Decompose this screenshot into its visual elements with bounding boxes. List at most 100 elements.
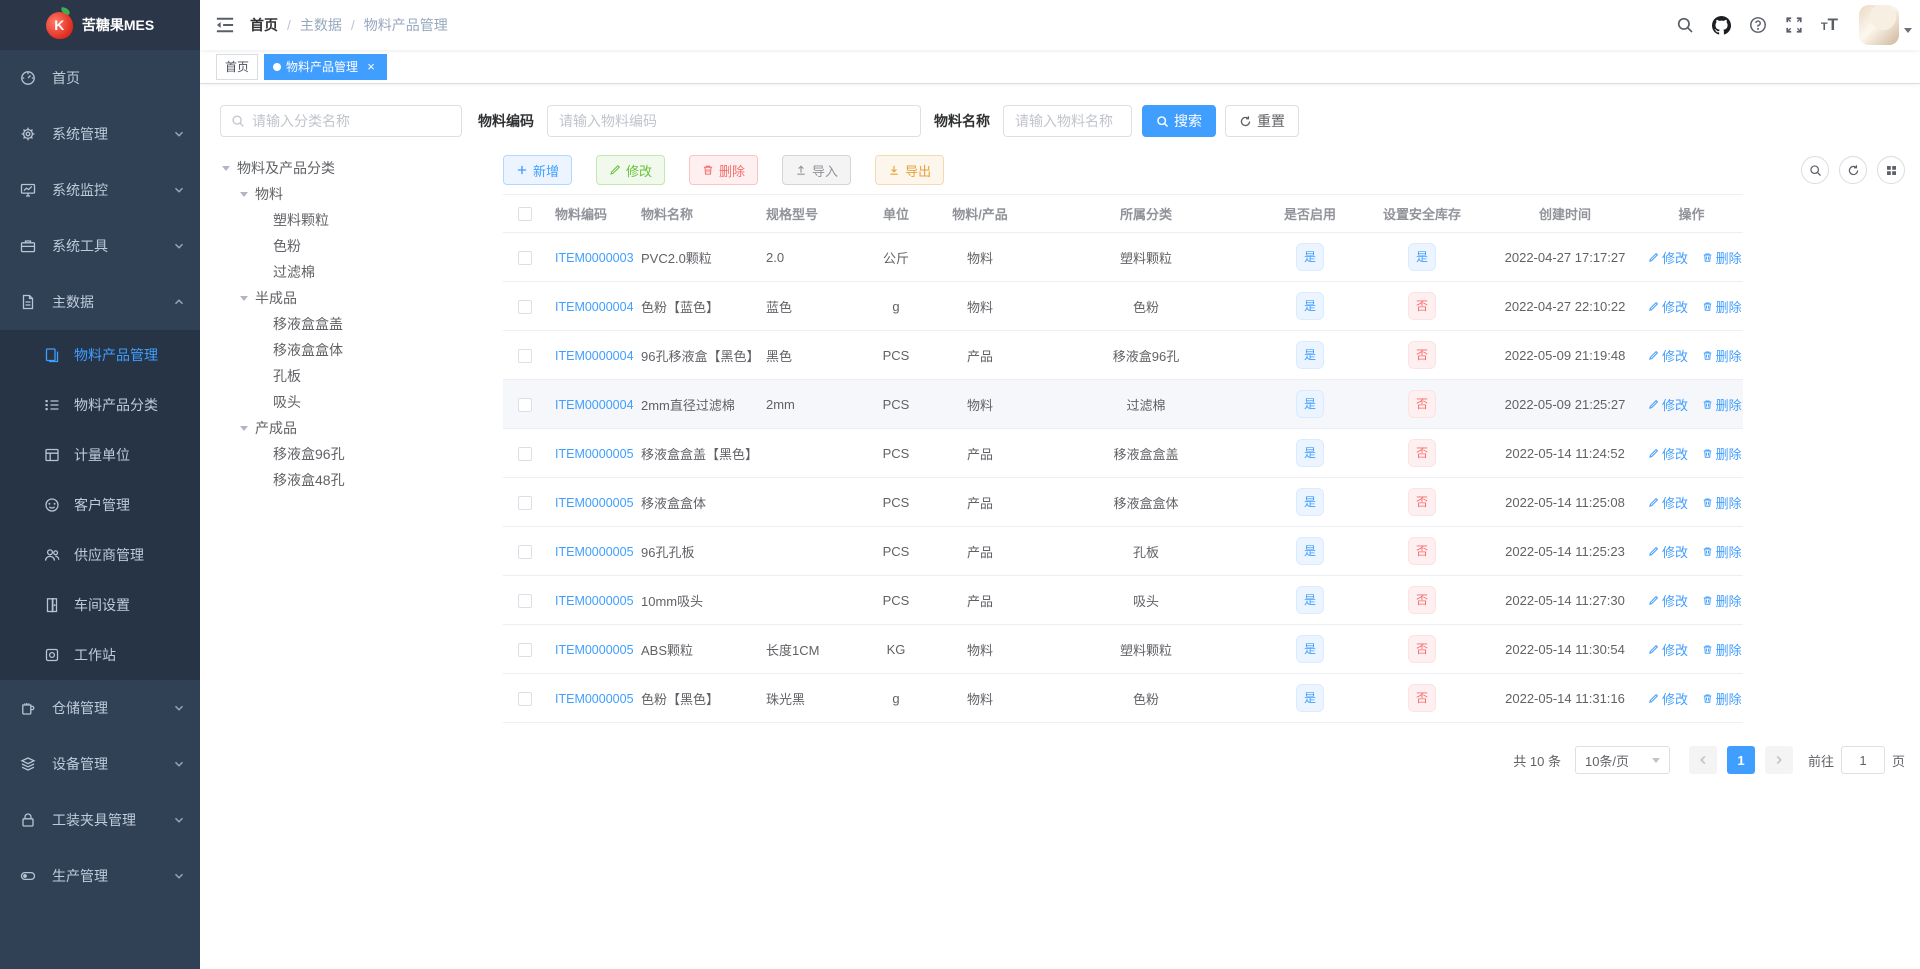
breadcrumb-home[interactable]: 首页 — [250, 15, 278, 35]
tree-node[interactable]: 移液盒96孔 — [220, 441, 462, 467]
tree-node[interactable]: 移液盒48孔 — [220, 467, 462, 493]
tree-node[interactable]: 物料 — [220, 181, 462, 207]
row-edit-link[interactable]: 修改 — [1648, 689, 1688, 708]
font-size-icon[interactable] — [1812, 17, 1847, 32]
row-checkbox[interactable] — [518, 348, 532, 363]
row-checkbox[interactable] — [518, 299, 532, 314]
tree-node[interactable]: 过滤棉 — [220, 259, 462, 285]
row-edit-link[interactable]: 修改 — [1648, 297, 1688, 316]
row-checkbox[interactable] — [518, 691, 532, 706]
search-button[interactable]: 搜索 — [1142, 105, 1216, 137]
tree-node[interactable]: 产成品 — [220, 415, 462, 441]
sidebar-item-material-product-category[interactable]: 物料产品分类 — [0, 380, 200, 430]
row-checkbox[interactable] — [518, 495, 532, 510]
row-checkbox[interactable] — [518, 642, 532, 657]
sidebar-item-tooling-fixture-management[interactable]: 工装夹具管理 — [0, 792, 200, 848]
row-delete-link[interactable]: 删除 — [1702, 297, 1742, 316]
row-edit-link[interactable]: 修改 — [1648, 346, 1688, 365]
row-checkbox[interactable] — [518, 446, 532, 461]
material-code-link[interactable]: ITEM00000056 — [555, 692, 633, 706]
row-delete-link[interactable]: 删除 — [1702, 493, 1742, 512]
material-code-link[interactable]: ITEM00000055 — [555, 643, 633, 657]
tab-home[interactable]: 首页 — [216, 53, 259, 80]
row-delete-link[interactable]: 删除 — [1702, 591, 1742, 610]
material-code-link[interactable]: ITEM00000052 — [555, 496, 633, 510]
select-all-checkbox[interactable] — [518, 207, 532, 222]
help-icon[interactable] — [1740, 0, 1776, 50]
sidebar-item-system-monitor[interactable]: 系统监控 — [0, 162, 200, 218]
row-delete-link[interactable]: 删除 — [1702, 395, 1742, 414]
export-button[interactable]: 导出 — [875, 155, 945, 185]
material-code-link[interactable]: ITEM00000051 — [555, 447, 633, 461]
row-delete-link[interactable]: 删除 — [1702, 640, 1742, 659]
sidebar-item-customer-management[interactable]: 客户管理 — [0, 480, 200, 530]
tree-node[interactable]: 塑料颗粒 — [220, 207, 462, 233]
refresh-icon[interactable] — [1839, 156, 1867, 184]
row-edit-link[interactable]: 修改 — [1648, 248, 1688, 267]
page-number-button[interactable]: 1 — [1726, 746, 1755, 774]
material-code-link[interactable]: ITEM00000046 — [555, 349, 633, 363]
tree-node[interactable]: 色粉 — [220, 233, 462, 259]
show-search-icon[interactable] — [1801, 156, 1829, 184]
edit-button[interactable]: 修改 — [596, 155, 666, 185]
row-edit-link[interactable]: 修改 — [1648, 395, 1688, 414]
tree-node[interactable]: 移液盒盒盖 — [220, 311, 462, 337]
sidebar-item-master-data[interactable]: 主数据 — [0, 274, 200, 330]
prev-page-button[interactable] — [1688, 746, 1717, 774]
sidebar-item-equipment-management[interactable]: 设备管理 — [0, 736, 200, 792]
sidebar-item-workstation[interactable]: 工作站 — [0, 630, 200, 680]
user-menu-caret-icon[interactable] — [1904, 27, 1912, 37]
sidebar-item-home[interactable]: 首页 — [0, 50, 200, 106]
material-name-input[interactable] — [1003, 105, 1132, 137]
row-delete-link[interactable]: 删除 — [1702, 542, 1742, 561]
next-page-button[interactable] — [1764, 746, 1793, 774]
row-edit-link[interactable]: 修改 — [1648, 444, 1688, 463]
material-code-link[interactable]: ITEM00000049 — [555, 398, 633, 412]
material-code-link[interactable]: ITEM00000053 — [555, 545, 633, 559]
delete-button[interactable]: 删除 — [689, 155, 759, 185]
row-edit-link[interactable]: 修改 — [1648, 591, 1688, 610]
fullscreen-icon[interactable] — [1776, 0, 1812, 50]
sidebar-item-material-product-management[interactable]: 物料产品管理 — [0, 330, 200, 380]
category-search-input[interactable] — [252, 113, 451, 129]
tree-node[interactable]: 孔板 — [220, 363, 462, 389]
row-checkbox[interactable] — [518, 397, 532, 412]
material-code-link[interactable]: ITEM00000041 — [555, 300, 633, 314]
tab-material-product-management[interactable]: 物料产品管理 — [264, 53, 388, 80]
row-checkbox[interactable] — [518, 544, 532, 559]
row-edit-link[interactable]: 修改 — [1648, 640, 1688, 659]
material-code-link[interactable]: ITEM00000037 — [555, 251, 633, 265]
app-logo[interactable]: K 苦糖果MES — [0, 0, 200, 50]
row-delete-link[interactable]: 删除 — [1702, 689, 1742, 708]
goto-page-input[interactable] — [1840, 746, 1885, 774]
search-icon[interactable] — [1667, 0, 1703, 50]
tree-node[interactable]: 物料及产品分类 — [220, 155, 462, 181]
material-code-link[interactable]: ITEM00000054 — [555, 594, 633, 608]
add-button[interactable]: 新增 — [503, 155, 573, 185]
row-delete-link[interactable]: 删除 — [1702, 346, 1742, 365]
sidebar-item-production-management[interactable]: 生产管理 — [0, 848, 200, 904]
github-icon[interactable] — [1703, 0, 1740, 50]
sidebar-item-system-tools[interactable]: 系统工具 — [0, 218, 200, 274]
row-checkbox[interactable] — [518, 250, 532, 265]
reset-button[interactable]: 重置 — [1225, 105, 1299, 137]
row-edit-link[interactable]: 修改 — [1648, 493, 1688, 512]
row-delete-link[interactable]: 删除 — [1702, 444, 1742, 463]
tree-node[interactable]: 移液盒盒体 — [220, 337, 462, 363]
material-code-input[interactable] — [547, 105, 921, 137]
page-size-select[interactable]: 10条/页 — [1574, 746, 1670, 774]
row-delete-link[interactable]: 删除 — [1702, 248, 1742, 267]
sidebar-item-warehouse-management[interactable]: 仓储管理 — [0, 680, 200, 736]
row-checkbox[interactable] — [518, 593, 532, 608]
sidebar-collapse-icon[interactable] — [200, 15, 250, 35]
sidebar-item-supplier-management[interactable]: 供应商管理 — [0, 530, 200, 580]
close-icon[interactable] — [364, 59, 378, 74]
sidebar-item-system-management[interactable]: 系统管理 — [0, 106, 200, 162]
avatar[interactable] — [1859, 5, 1899, 45]
sidebar-item-measure-unit[interactable]: 计量单位 — [0, 430, 200, 480]
row-edit-link[interactable]: 修改 — [1648, 542, 1688, 561]
import-button[interactable]: 导入 — [782, 155, 852, 185]
column-settings-grid-icon[interactable] — [1877, 156, 1905, 184]
tree-node[interactable]: 半成品 — [220, 285, 462, 311]
sidebar-item-workshop-settings[interactable]: 车间设置 — [0, 580, 200, 630]
